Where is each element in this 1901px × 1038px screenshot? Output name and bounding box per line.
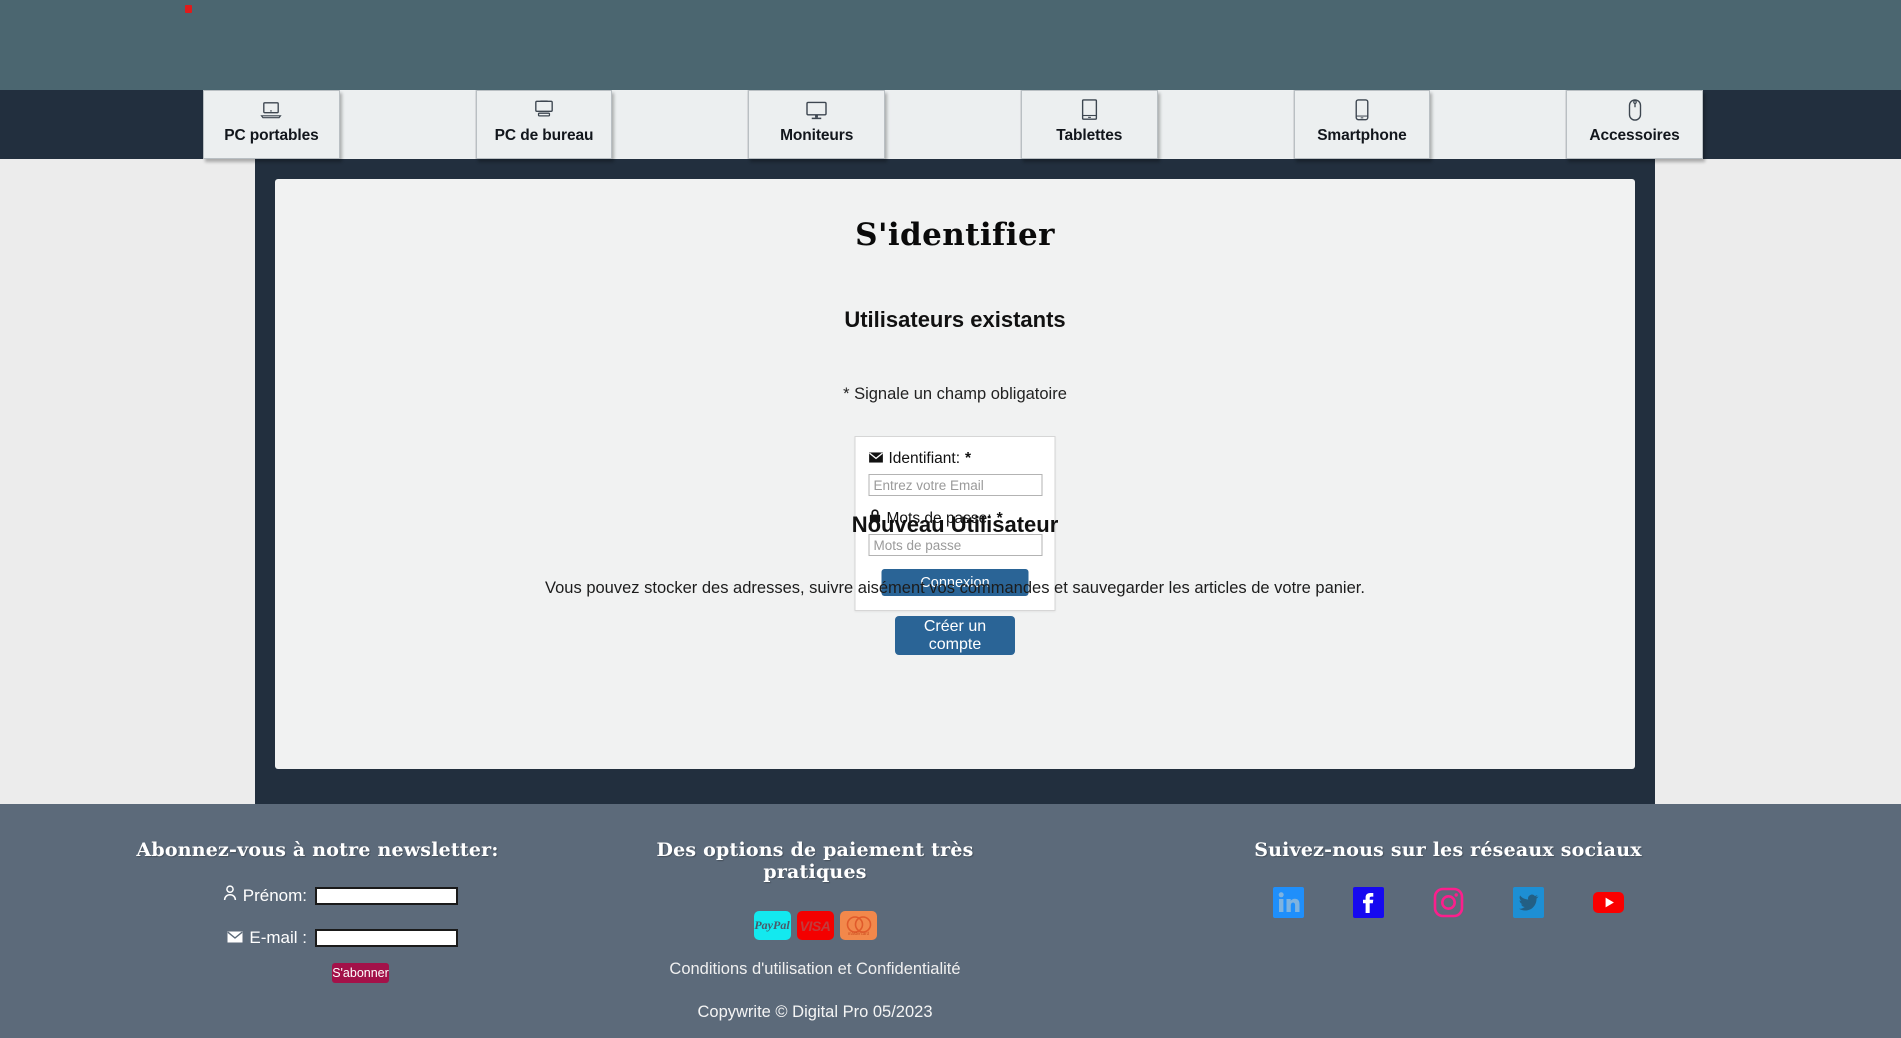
monitor-icon: [805, 97, 828, 123]
nav-item-pc-portables[interactable]: PC portables: [203, 90, 340, 159]
firstname-label-text: Prénom:: [242, 885, 307, 905]
laptop-icon: [260, 97, 283, 123]
newsletter-heading: Abonnez-vous à notre newsletter:: [136, 839, 499, 861]
tablet-icon: [1081, 97, 1098, 123]
nav-item-label: Accessoires: [1589, 127, 1680, 144]
mastercard-card-icon: mastercard: [839, 911, 877, 940]
nav-spacer: [1430, 90, 1567, 159]
envelope-icon: [869, 450, 884, 468]
person-icon: [223, 885, 237, 906]
firstname-input[interactable]: [315, 886, 458, 905]
nav-item-pc-de-bureau[interactable]: PC de bureau: [475, 90, 613, 159]
identifier-input[interactable]: [868, 474, 1043, 496]
svg-text:mastercard: mastercard: [848, 931, 870, 936]
identifier-required-mark: *: [965, 450, 972, 467]
email-label-text: E-mail :: [249, 928, 307, 947]
visa-label: VISA: [799, 917, 831, 934]
firstname-label: Prénom:: [177, 885, 307, 906]
mobile-icon: [1355, 97, 1369, 123]
payment-heading: Des options de paiement très pratiques: [656, 839, 974, 883]
nav-item-smartphone[interactable]: Smartphone: [1293, 90, 1431, 159]
nav-item-moniteurs[interactable]: Moniteurs: [748, 90, 886, 159]
header-band: [0, 0, 1901, 90]
nav-item-label: PC de bureau: [494, 127, 594, 144]
create-account-button[interactable]: Créer un compte: [895, 616, 1015, 655]
nav-spacer: [612, 90, 749, 159]
terms-and-privacy-link[interactable]: Conditions d'utilisation et Confidential…: [635, 960, 995, 979]
logo-mark-icon: [185, 5, 192, 13]
nav-item-label: PC portables: [224, 127, 319, 144]
required-field-note: * Signale un champ obligatoire: [843, 385, 1067, 403]
social-heading: Suivez-nous sur les réseaux sociaux: [1254, 839, 1642, 861]
new-user-heading: Nouveau Utilisateur: [851, 512, 1059, 537]
new-user-description: Vous pouvez stocker des adresses, suivre…: [545, 579, 1365, 597]
nav-items-container: PC portables PC de bureau Moniteurs Tablett…: [203, 90, 1703, 159]
copyright-text: Copywrite © Digital Pro 05/2023: [697, 1003, 933, 1021]
nav-item-accessoires[interactable]: Accessoires: [1566, 90, 1703, 159]
identifier-label-row: Identifiant: *: [869, 450, 1042, 468]
subscribe-button[interactable]: S'abonner: [332, 963, 389, 983]
newsletter-email-input[interactable]: [315, 929, 458, 947]
linkedin-icon[interactable]: [1272, 887, 1304, 918]
payment-column: Des options de paiement très pratiques P…: [635, 804, 995, 1038]
visa-card-icon: VISA: [796, 911, 834, 940]
social-icons-row: [995, 887, 1901, 918]
mouse-icon: [1628, 97, 1642, 123]
desktop-icon: [533, 97, 555, 123]
content-frame: S'identifier Utilisateurs existants * Si…: [255, 159, 1655, 804]
login-page-card: S'identifier Utilisateurs existants * Si…: [275, 179, 1635, 769]
page-footer: Abonnez-vous à notre newsletter: Prénom:…: [0, 804, 1901, 1038]
nav-spacer: [339, 90, 476, 159]
nav-spacer: [885, 90, 1021, 159]
nav-item-tablettes[interactable]: Tablettes: [1020, 90, 1158, 159]
youtube-icon[interactable]: [1592, 887, 1624, 918]
social-column: Suivez-nous sur les réseaux sociaux: [995, 804, 1901, 1038]
main-navigation: PC portables PC de bureau Moniteurs Tablett…: [0, 90, 1901, 159]
envelope-icon: [227, 928, 243, 948]
instagram-icon[interactable]: [1433, 887, 1464, 918]
existing-users-heading: Utilisateurs existants: [844, 307, 1066, 332]
page-title: S'identifier: [855, 217, 1055, 253]
nav-spacer: [1157, 90, 1294, 159]
email-row: E-mail :: [0, 928, 635, 948]
paypal-card-icon: PayPal: [753, 911, 791, 940]
newsletter-column: Abonnez-vous à notre newsletter: Prénom:…: [0, 804, 635, 1038]
email-label: E-mail :: [177, 928, 307, 948]
nav-item-label: Tablettes: [1056, 127, 1123, 144]
firstname-row: Prénom:: [0, 885, 635, 906]
payment-cards: PayPal VISA mastercard: [635, 911, 995, 940]
paypal-label: PayPal: [754, 918, 790, 932]
nav-item-label: Moniteurs: [780, 127, 854, 144]
facebook-icon[interactable]: [1352, 887, 1384, 918]
twitter-icon[interactable]: [1512, 887, 1544, 918]
identifier-label-text: Identifiant:: [888, 450, 961, 467]
nav-item-label: Smartphone: [1317, 127, 1407, 144]
